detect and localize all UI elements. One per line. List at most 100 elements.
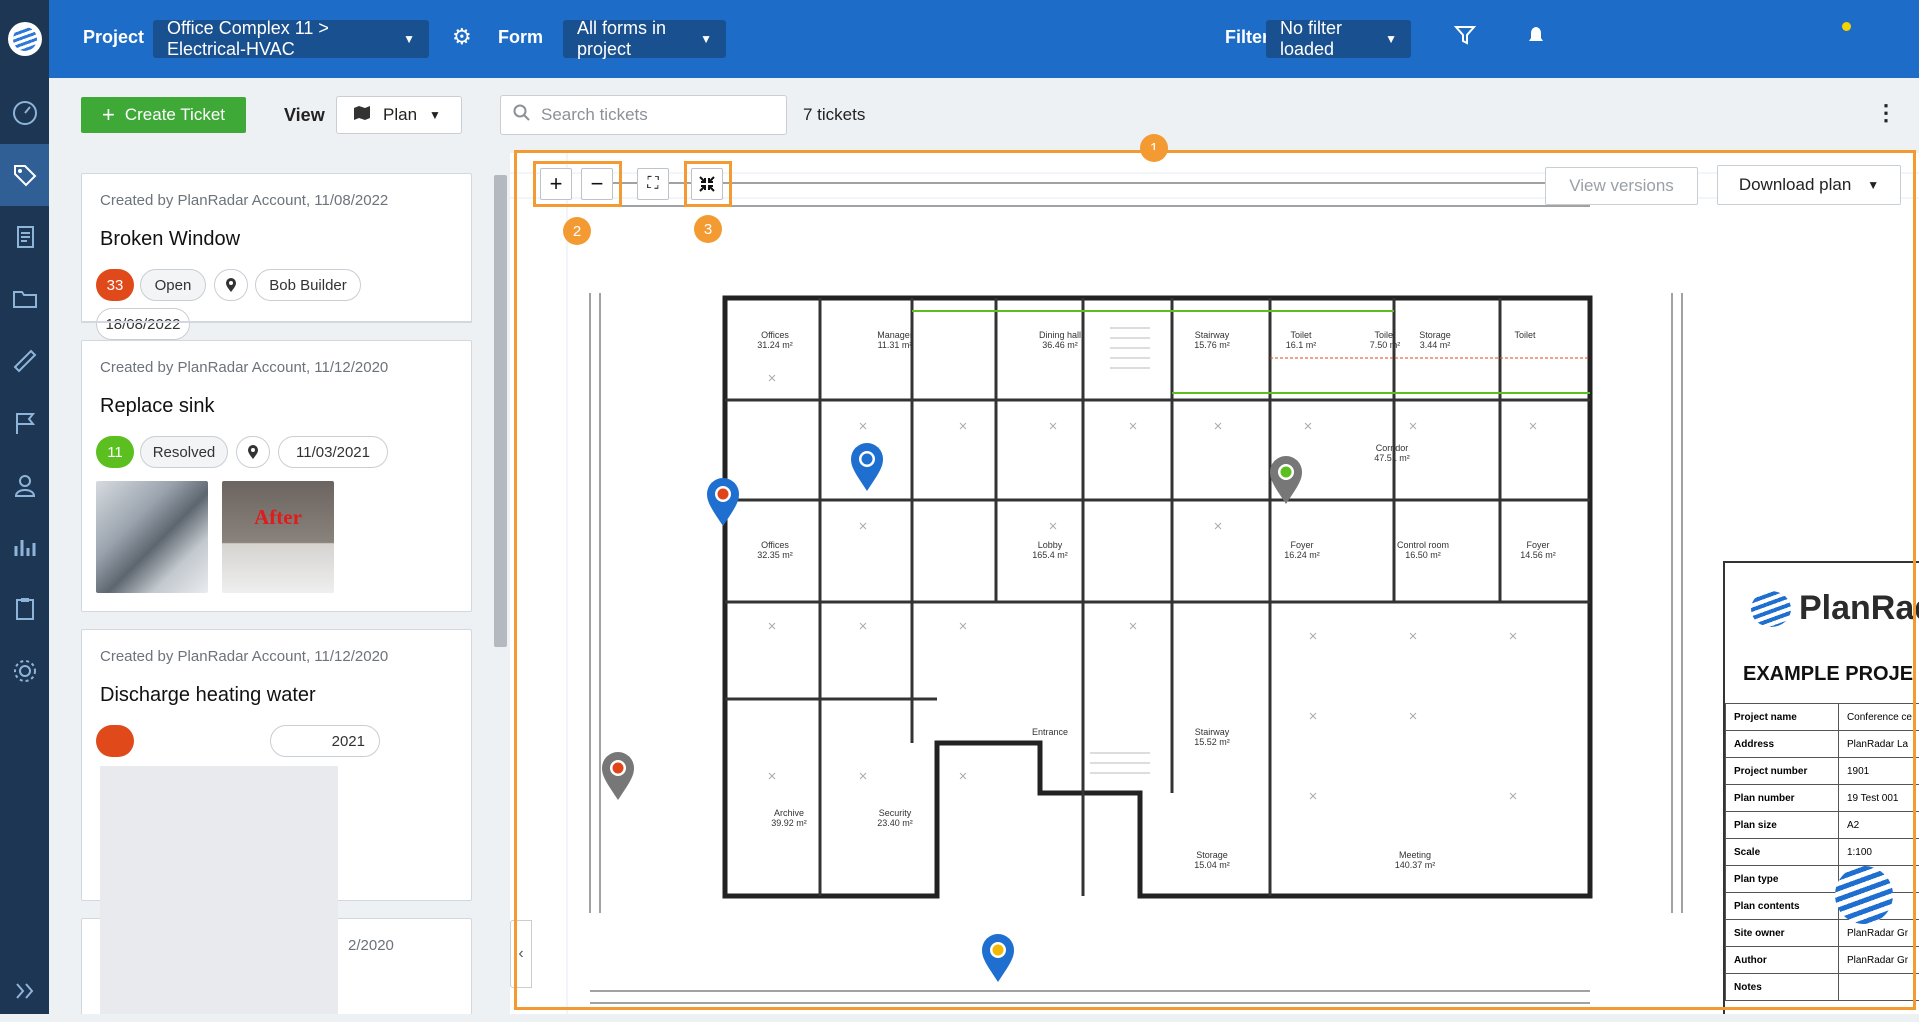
ticket-meta: Created by PlanRadar Account, 11/12/2020: [100, 359, 389, 376]
assignee-badge: Bob Builder: [255, 269, 361, 301]
chevron-down-icon: ▼: [1385, 32, 1397, 46]
more-options-icon[interactable]: ⋮: [1875, 100, 1897, 126]
planradar-watermark-icon: [1835, 866, 1893, 924]
app-logo[interactable]: [0, 0, 49, 78]
dashboard-icon[interactable]: [0, 82, 49, 144]
room-label: Foyer 14.56 m²: [1520, 540, 1556, 560]
ticket-pin-red[interactable]: [705, 478, 741, 528]
location-pin-icon[interactable]: [214, 269, 248, 301]
form-select[interactable]: All forms in project ▼: [563, 18, 726, 59]
ticket-pin-yellow[interactable]: [980, 934, 1016, 984]
funnel-icon[interactable]: [1453, 24, 1477, 52]
folder-icon[interactable]: [0, 268, 49, 330]
collapse-list-button[interactable]: ‹: [510, 920, 532, 988]
ticket-title: Replace sink: [100, 395, 215, 417]
plan-viewer[interactable]: [510, 153, 1919, 1014]
list-scrollbar-thumb[interactable]: [494, 175, 507, 647]
fullscreen-icon[interactable]: ⛶: [637, 168, 669, 200]
ticket-number-badge: [96, 725, 134, 757]
room-label: Meeting 140.37 m²: [1394, 850, 1436, 870]
create-ticket-label: Create Ticket: [124, 105, 225, 124]
due-date-badge: 2021: [270, 725, 380, 757]
view-versions-button[interactable]: View versions: [1545, 167, 1698, 205]
status-badge: Resolved: [140, 436, 228, 468]
chart-icon[interactable]: [0, 516, 49, 578]
step-badge: 3: [694, 215, 722, 243]
ticket-pin-green[interactable]: [1268, 456, 1304, 506]
ticket-number-badge: 11: [96, 436, 134, 468]
nav-rail: [0, 0, 49, 1014]
photo-thumbnail[interactable]: [96, 481, 208, 593]
zoom-in-button[interactable]: +: [540, 168, 572, 200]
room-label: Stairway 15.52 m²: [1194, 727, 1230, 747]
plan-title-block: PlanRada EXAMPLE PROJE Project nameConfe…: [1723, 561, 1919, 1014]
room-label: Storage 15.04 m²: [1194, 850, 1230, 870]
step-badge: 1: [1140, 134, 1168, 162]
chevron-down-icon: ▼: [700, 32, 712, 46]
user-icon[interactable]: [0, 454, 49, 516]
room-label: Toilet: [1514, 330, 1536, 340]
due-date-badge: 18/08/2022: [96, 308, 190, 340]
view-select-value: Plan: [383, 105, 418, 124]
expand-icon[interactable]: [0, 960, 49, 1022]
collapse-icon[interactable]: [691, 168, 723, 200]
filter-label: Filter: [1225, 27, 1270, 47]
room-label: Stairway 15.76 m²: [1194, 330, 1230, 350]
ticket-pin-red-grey[interactable]: [600, 752, 636, 802]
room-label: Manager 11.31 m²: [877, 330, 913, 350]
project-select-value: Office Complex 11 > Electrical-HVAC: [167, 18, 329, 59]
room-label: Corridor 47.51 m²: [1374, 443, 1410, 463]
bell-icon[interactable]: [1525, 24, 1547, 52]
ticket-title: Broken Window: [100, 228, 241, 250]
top-bar: Project Office Complex 11 > Electrical-H…: [49, 0, 1919, 78]
zoom-out-button[interactable]: −: [581, 168, 613, 200]
room-label: Toilet 7.50 m²: [1369, 330, 1401, 350]
ticket-pin-blue[interactable]: [849, 443, 885, 493]
filter-select[interactable]: No filter loaded ▼: [1266, 18, 1411, 59]
create-ticket-button[interactable]: + Create Ticket: [81, 97, 246, 133]
status-badge: Open: [140, 269, 206, 301]
after-label: After: [254, 505, 302, 529]
step-badge: 2: [563, 217, 591, 245]
ticket-list: Created by PlanRadar Account, 11/08/2022…: [49, 153, 510, 1014]
toolbar: + Create Ticket View Plan ▼ 7 tickets ⋮: [49, 78, 1919, 153]
ruler-icon[interactable]: [0, 330, 49, 392]
ticket-card[interactable]: Created by PlanRadar Account, 11/12/2020…: [81, 340, 472, 612]
photo-thumbnail[interactable]: After: [222, 481, 334, 593]
notification-dot: [1842, 22, 1851, 31]
ticket-meta: Created by PlanRadar Account, 11/08/2022: [100, 192, 389, 209]
room-label: Toilet 16.1 m²: [1285, 330, 1317, 350]
flag-icon[interactable]: [0, 392, 49, 454]
room-label: Lobby 165.4 m²: [1032, 540, 1068, 560]
chevron-down-icon: ▼: [1867, 178, 1880, 192]
title-block-project: EXAMPLE PROJE: [1743, 663, 1914, 685]
ticket-card[interactable]: Created by PlanRadar Account, 11/08/2022…: [81, 173, 472, 340]
tickets-icon[interactable]: [0, 144, 49, 206]
project-label: Project: [83, 27, 145, 47]
title-block-brand: PlanRada: [1751, 589, 1919, 628]
room-label: Control room 16.50 m²: [1396, 540, 1450, 560]
location-pin-icon[interactable]: [236, 436, 270, 468]
gear-icon[interactable]: ⚙: [452, 24, 472, 50]
settings-icon[interactable]: [0, 640, 49, 702]
search-input[interactable]: [541, 105, 771, 125]
room-label: Storage 3.44 m²: [1419, 330, 1451, 350]
ticket-meta: Created by PlanRadar Account, 11/12/2020: [100, 648, 389, 665]
download-plan-button[interactable]: Download plan ▼: [1717, 165, 1901, 205]
view-label: View: [284, 105, 325, 125]
search-icon: [513, 104, 531, 127]
ticket-number-badge: 33: [96, 269, 134, 301]
project-select[interactable]: Office Complex 11 > Electrical-HVAC ▼: [153, 18, 429, 59]
clipboard-icon[interactable]: [0, 578, 49, 640]
due-date-badge: 11/03/2021: [278, 436, 388, 468]
loading-placeholder: [100, 766, 338, 1014]
map-icon: [353, 105, 371, 126]
room-label: Security 23.40 m²: [877, 808, 913, 828]
chevron-down-icon: ▼: [429, 108, 441, 122]
card-spacer: [81, 321, 472, 323]
chevron-left-icon: ‹: [518, 945, 524, 962]
forms-icon[interactable]: [0, 206, 49, 268]
search-box: [500, 95, 787, 135]
filter-select-value: No filter loaded: [1280, 18, 1343, 59]
view-select[interactable]: Plan ▼: [336, 96, 462, 134]
